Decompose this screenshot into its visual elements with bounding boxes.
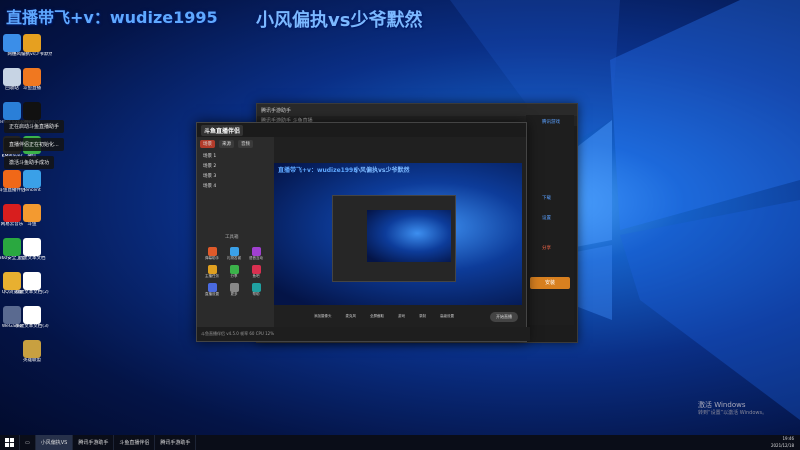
tab-audio[interactable]: 音频 — [238, 140, 253, 148]
preview-watermark-left: 直播带飞+v：wudize1995 — [278, 167, 358, 174]
toolbox-item[interactable]: 主播任务 — [201, 265, 223, 279]
game-button[interactable]: 游戏 — [398, 314, 405, 319]
scene-item[interactable]: 场景 3 — [197, 171, 274, 181]
tool-icon — [251, 247, 261, 256]
tab-scenes[interactable]: 场景 — [200, 140, 215, 148]
desktop-icon[interactable]: 斗鱼 — [12, 204, 52, 228]
desktop-icon[interactable]: 斗鱼直播 — [12, 68, 52, 92]
tooltip-1: 正在启动斗鱼直播助手 — [4, 120, 65, 133]
tool-label: 分享 — [230, 274, 238, 278]
tool-label: 直播设置 — [205, 292, 219, 296]
taskbar: ▭ 小风偏执VS 腾讯手游助手 斗鱼直播伴侣 腾讯手游助手 — [0, 435, 800, 450]
qq-icon — [23, 102, 41, 120]
tool-label: 弹幕助手 — [205, 256, 219, 260]
companion-logo: 斗鱼直播伴侣 — [201, 124, 244, 136]
tool-icon — [251, 283, 261, 292]
toolbox-item[interactable]: 礼物答谢 — [223, 247, 245, 261]
desktop-icon[interactable]: 新建文本文档(3) — [12, 306, 52, 330]
install-button[interactable]: 安装 — [530, 277, 570, 289]
taskbar-item[interactable]: 小风偏执VS — [35, 435, 74, 450]
toolbox-label: 工具箱 — [225, 235, 239, 240]
desktop-icon-label: 斗鱼 — [27, 222, 37, 227]
tab-sources[interactable]: 来源 — [219, 140, 234, 148]
right-label-2[interactable]: 下载 — [542, 195, 551, 201]
text-doc-icon — [23, 272, 41, 290]
toolbox-item[interactable]: 语音互动 — [245, 247, 267, 261]
desktop-icon[interactable]: Tencent — [12, 170, 52, 194]
lol-icon — [23, 340, 41, 358]
windows-logo-icon — [5, 438, 14, 447]
recursive-preview — [332, 195, 456, 282]
clock-date: 2021/12/18 — [770, 443, 794, 448]
tencent-icon — [23, 170, 41, 188]
mic-button[interactable]: 麦克风 — [346, 314, 357, 319]
douyu-icon — [23, 68, 41, 86]
desktop-icon-label: 斗鱼直播 — [23, 86, 41, 91]
douyu-small-icon — [23, 204, 41, 222]
tool-label: 礼物答谢 — [227, 256, 241, 260]
scene-item[interactable]: 场景 1 — [197, 151, 274, 161]
desktop-icon-label: 小风偏执vs少爷默然 — [12, 52, 52, 57]
preview-watermark-center: 小风偏执vs少爷默然 — [354, 167, 410, 174]
tool-icon — [229, 283, 239, 292]
tooltip-2: 直播伴侣正在初始化... — [4, 138, 64, 151]
desktop-icon-label: 新建文本文档 — [18, 256, 46, 261]
capture-button[interactable]: 全屏截取 — [370, 314, 384, 319]
desktop-icon[interactable]: 小风偏执vs少爷默然 — [12, 34, 52, 58]
clock-time: 19:46 — [782, 436, 794, 441]
right-label-4[interactable]: 分享 — [542, 245, 551, 251]
desktop-icon-label: 新建文本文档(3) — [15, 324, 49, 329]
scene-item[interactable]: 场景 4 — [197, 181, 274, 191]
main-window-right-panel: 腾讯游戏 下载 设置 分享 安装 — [526, 115, 574, 325]
system-clock[interactable]: 19:46 2021/12/18 — [771, 435, 794, 450]
tool-icon — [251, 265, 261, 274]
right-label-3[interactable]: 设置 — [542, 215, 551, 221]
tool-icon — [229, 247, 239, 256]
start-live-button[interactable]: 开始直播 — [490, 312, 518, 322]
toolbox-item[interactable]: 帮助 — [245, 283, 267, 297]
desktop-icon-label: Tencent — [23, 188, 41, 193]
text-doc-icon — [23, 238, 41, 256]
companion-sidebar: 场景 来源 音频 场景 1 场景 2 场景 3 场景 4 工具箱 弹幕助手 礼物答… — [197, 137, 274, 327]
task-view-icon[interactable]: ▭ — [20, 435, 36, 450]
desktop-icon-label: 新建文本文档(2) — [15, 290, 49, 295]
streamer-contact-watermark: 直播带飞+v：wudize1995 — [6, 8, 218, 27]
tool-label: 主播任务 — [205, 274, 219, 278]
tool-icon — [207, 247, 217, 256]
start-button[interactable] — [0, 435, 20, 450]
toolbox-item[interactable]: 鱼吧 — [245, 265, 267, 279]
companion-status-bar: 斗鱼直播伴侣 v4.5.0 帧率 60 CPU 12% — [197, 327, 530, 341]
right-label-1[interactable]: 腾讯游戏 — [542, 119, 560, 125]
advanced-settings-button[interactable]: 高级设置 — [440, 314, 454, 319]
taskbar-item[interactable]: 腾讯手游助手 — [155, 435, 197, 450]
desktop-icon[interactable]: 新建文本文档(2) — [12, 272, 52, 296]
record-button[interactable]: 录制 — [419, 314, 426, 319]
tool-label: 鱼吧 — [252, 274, 260, 278]
scene-item[interactable]: 场景 2 — [197, 161, 274, 171]
desktop-icon-label: 英雄联盟 — [23, 358, 41, 363]
text-doc-icon — [23, 306, 41, 324]
tooltip-3: 激活斗鱼助手成功 — [4, 156, 55, 169]
tool-icon — [229, 265, 239, 274]
toolbox-item[interactable]: 分享 — [223, 265, 245, 279]
taskbar-item[interactable]: 腾讯手游助手 — [73, 435, 115, 450]
stream-preview-screen: 直播带飞+v：wudize1995 小风偏执vs少爷默然 — [274, 163, 522, 305]
tool-label: 语音互动 — [249, 256, 263, 260]
activate-windows-hint: 转到“设置”以激活 Windows。 — [698, 410, 768, 416]
stream-title-watermark: 小风偏执vs少爷默然 — [256, 10, 423, 31]
desktop-icon[interactable]: 新建文本文档 — [12, 238, 52, 262]
douyu-live-companion-window[interactable]: 斗鱼直播伴侣 场景 来源 音频 场景 1 场景 2 场景 3 场景 4 工具箱 … — [196, 122, 530, 342]
toolbox-item[interactable]: 弹幕助手 — [201, 247, 223, 261]
taskbar-item[interactable]: 斗鱼直播伴侣 — [114, 435, 156, 450]
tool-icon — [207, 265, 217, 274]
camera-button[interactable]: 添加摄像头 — [314, 314, 332, 319]
tool-icon — [207, 283, 217, 292]
control-bar: 添加摄像头 麦克风 全屏截取 游戏 录制 高级设置 — [274, 306, 526, 326]
app-icon — [23, 34, 41, 52]
toolbox-item[interactable]: 直播设置 — [201, 283, 223, 297]
toolbox-item[interactable]: 更多 — [223, 283, 245, 297]
tool-label: 更多 — [230, 292, 238, 296]
desktop-icon[interactable]: 英雄联盟 — [12, 340, 52, 364]
tool-label: 帮助 — [252, 292, 260, 296]
